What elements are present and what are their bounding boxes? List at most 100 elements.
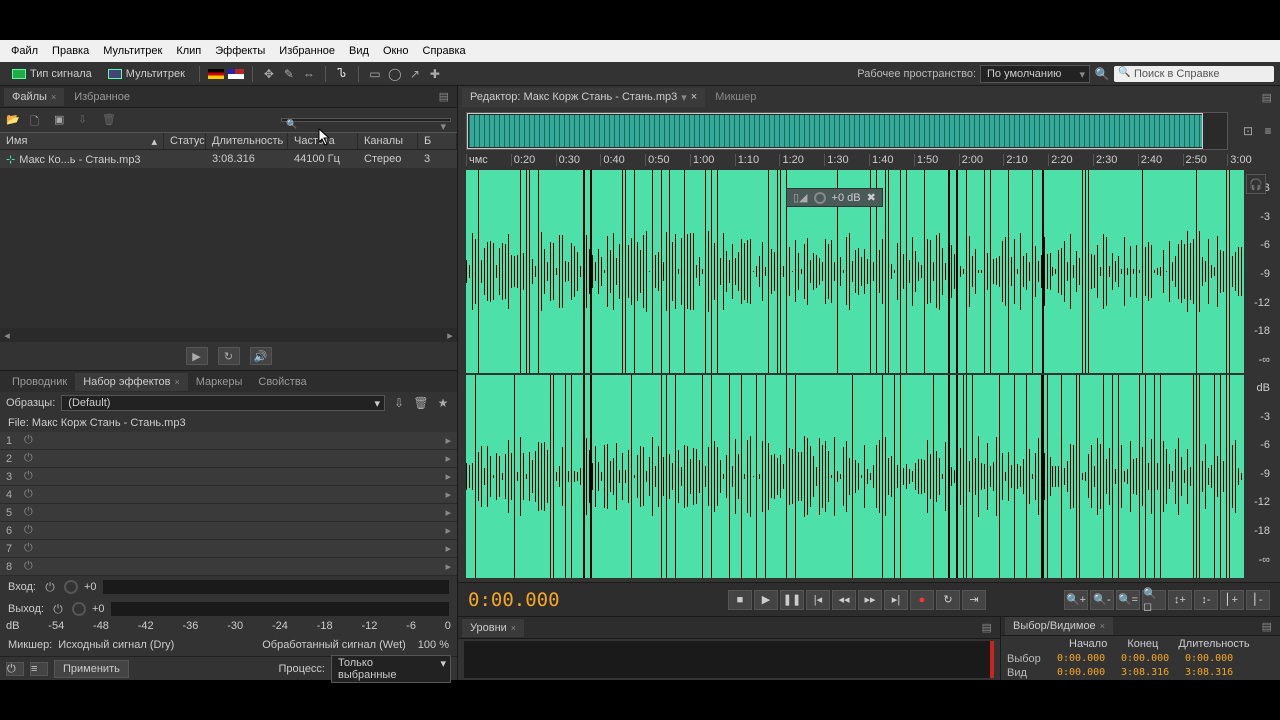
delete-preset-icon[interactable]: 🗑 [413,395,429,411]
fx-slot-8[interactable]: 8⏻▸ [0,558,457,576]
waveform-right-channel[interactable] [466,375,1244,578]
lasso-tool-icon[interactable]: ◯ [387,66,403,82]
tab-properties[interactable]: Свойства [250,373,314,391]
power-icon[interactable]: ⏻ [24,470,33,483]
menu-view[interactable]: Вид [342,45,376,57]
tab-mixer[interactable]: Микшер [707,88,764,106]
multitrack-mode-button[interactable]: Мультитрек [102,66,191,82]
tab-files[interactable]: Файлы× [4,88,64,106]
skip-selection-button[interactable]: ⇥ [962,590,986,610]
chevron-right-icon[interactable]: ▸ [445,452,451,465]
marquee-tool-icon[interactable]: ▭ [367,66,383,82]
zoom-out-vert-icon[interactable]: ↕- [1194,590,1218,610]
tab-effects-rack[interactable]: Набор эффектов× [75,373,188,391]
new-file-icon[interactable]: 🗋 [30,113,46,127]
tab-levels[interactable]: Уровни× [462,619,524,637]
power-icon[interactable]: ⏻ [24,488,33,501]
chevron-right-icon[interactable]: ▸ [445,488,451,501]
col-frequency[interactable]: Частота [288,133,358,149]
power-icon[interactable]: ⏻ [24,506,33,519]
overview-waveform[interactable] [466,112,1228,150]
menu-multitrack[interactable]: Мультитрек [96,45,169,57]
slip-tool-icon[interactable]: ⇔ [301,66,317,82]
chevron-right-icon[interactable]: ▸ [445,506,451,519]
menu-clip[interactable]: Клип [169,45,208,57]
preset-select[interactable]: (Default) [61,395,385,411]
power-icon[interactable]: ⏻ [24,524,33,537]
heal-tool-icon[interactable]: ✚ [427,66,443,82]
timecode-display[interactable]: 0:00.000 [468,589,552,611]
close-icon[interactable]: × [51,92,56,102]
time-select-tool-icon[interactable]: Ꮦ [334,66,350,82]
chevron-right-icon[interactable]: ▸ [445,560,451,573]
delete-icon[interactable]: 🗑 [102,113,118,127]
close-icon[interactable]: × [175,377,180,387]
file-row[interactable]: ⊹Макс Ко...ь - Стань.mp3 3:08.316 44100 … [0,150,457,168]
razor-tool-icon[interactable]: ✎ [281,66,297,82]
help-search-input[interactable]: Поиск в Справке [1114,66,1274,82]
forward-button[interactable]: ▸▸ [858,590,882,610]
col-duration[interactable]: Длительность [206,133,288,149]
chevron-right-icon[interactable]: ▸ [445,524,451,537]
col-status[interactable]: Статус [164,133,206,149]
open-folder-icon[interactable]: 📂 [6,113,22,127]
file-search-input[interactable] [281,118,451,122]
power-icon[interactable]: ⏻ [50,601,66,617]
chevron-right-icon[interactable]: ▸ [445,542,451,555]
waveform-left-channel[interactable]: ▯◢ +0 dB ✖ [466,170,1244,373]
file-scrollbar[interactable]: ◂▸ [0,328,457,342]
favorite-icon[interactable]: ★ [435,395,451,411]
col-bits[interactable]: Б [418,133,457,149]
zoom-selection-icon[interactable]: 🔍◻ [1142,590,1166,610]
flag-us-icon[interactable] [228,69,244,79]
fx-slot-2[interactable]: 2⏻▸ [0,450,457,468]
menu-effects[interactable]: Эффекты [208,45,272,57]
record-icon[interactable]: ▣ [54,113,70,127]
menu-file[interactable]: Файл [4,45,45,57]
fx-slot-1[interactable]: 1⏻▸ [0,432,457,450]
power-icon[interactable]: ⏻ [42,579,58,595]
loop-button[interactable]: ↻ [936,590,960,610]
col-channels[interactable]: Каналы [358,133,418,149]
panel-menu-icon[interactable]: ▤ [978,621,996,634]
fx-slot-6[interactable]: 6⏻▸ [0,522,457,540]
zoom-in-point-icon[interactable]: ⎢+ [1220,590,1244,610]
process-select[interactable]: Только выбранные [331,655,451,683]
close-icon[interactable]: × [691,91,697,103]
tab-markers[interactable]: Маркеры [188,373,251,391]
pin-icon[interactable]: ✖ [867,191,876,204]
brush-tool-icon[interactable]: ↗ [407,66,423,82]
play-button[interactable]: ▶ [754,590,778,610]
input-knob[interactable] [64,580,78,594]
fx-slot-4[interactable]: 4⏻▸ [0,486,457,504]
gain-hud[interactable]: ▯◢ +0 dB ✖ [786,188,883,207]
rack-menu-icon[interactable]: ≡ [30,662,48,676]
menu-help[interactable]: Справка [416,45,473,57]
save-preset-icon[interactable]: ⇩ [391,395,407,411]
headphones-icon[interactable]: 🎧 [1246,174,1266,194]
fx-slot-7[interactable]: 7⏻▸ [0,540,457,558]
power-icon[interactable]: ⏻ [24,452,33,465]
timeline-ruler[interactable]: чмс 0:100:200:300:400:501:001:101:201:30… [466,154,1272,170]
tab-explorer[interactable]: Проводник [4,373,75,391]
col-name[interactable]: Имя ▴ [0,133,164,149]
panel-menu-icon[interactable]: ▤ [1258,91,1276,104]
preview-loop-button[interactable]: ↻ [218,347,240,365]
panel-menu-icon[interactable]: ▤ [435,90,453,103]
waveform-mode-button[interactable]: Тип сигнала [6,66,98,82]
channels-icon[interactable]: ≡ [1260,123,1276,139]
output-knob[interactable] [72,602,86,616]
stop-button[interactable]: ■ [728,590,752,610]
zoom-out-icon[interactable]: 🔍- [1090,590,1114,610]
search-icon[interactable]: 🔍 [1094,66,1110,82]
zoom-out-point-icon[interactable]: ⎢- [1246,590,1270,610]
chevron-right-icon[interactable]: ▸ [445,434,451,447]
rewind-button[interactable]: ◂◂ [832,590,856,610]
bypass-toggle[interactable]: ⏻ [6,662,24,676]
power-icon[interactable]: ⏻ [24,434,33,447]
chevron-right-icon[interactable]: ▸ [445,470,451,483]
menu-favorites[interactable]: Избранное [272,45,342,57]
zoom-full-icon[interactable]: ⊡ [1240,123,1256,139]
panel-menu-icon[interactable]: ▤ [1258,620,1276,633]
menu-window[interactable]: Окно [376,45,416,57]
